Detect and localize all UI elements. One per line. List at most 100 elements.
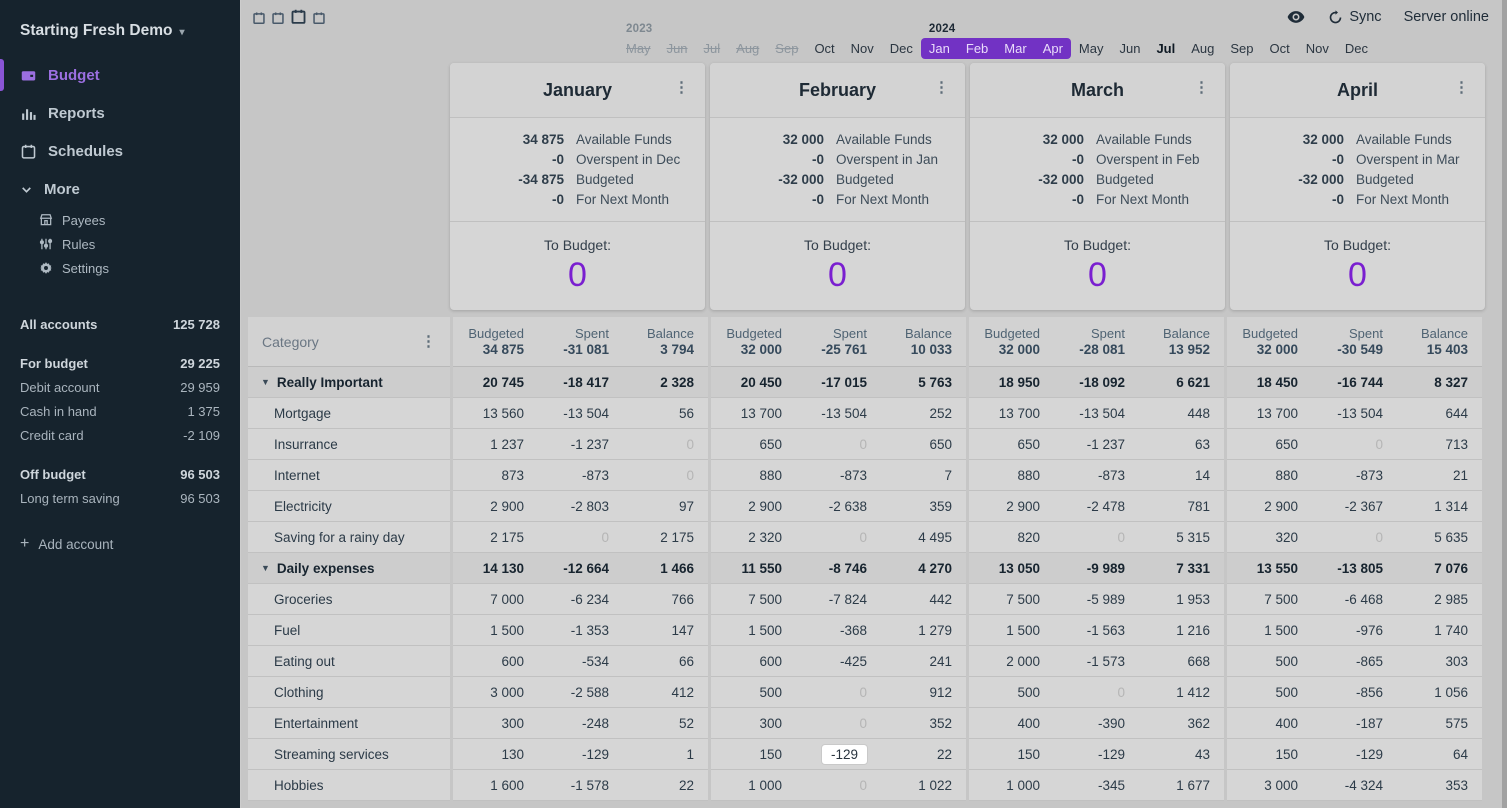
budgeted-cell[interactable]: 13 700: [711, 398, 796, 428]
collapse-triangle-icon[interactable]: ▼: [261, 563, 270, 573]
spent-cell[interactable]: -13 504: [538, 398, 623, 428]
spent-cell[interactable]: -873: [1312, 460, 1397, 490]
balance-cell[interactable]: 781: [1139, 491, 1224, 521]
balance-cell[interactable]: 22: [623, 770, 708, 800]
balance-cell[interactable]: 303: [1397, 646, 1482, 676]
balance-cell[interactable]: 14: [1139, 460, 1224, 490]
balance-cell[interactable]: 1 314: [1397, 491, 1482, 521]
budgeted-cell[interactable]: 130: [453, 739, 538, 769]
timeline-month-jun[interactable]: Jun: [1111, 38, 1148, 59]
budgeted-cell[interactable]: 150: [969, 739, 1054, 769]
sidebar-item-reports[interactable]: Reports: [0, 94, 240, 132]
budgeted-cell[interactable]: 1 500: [969, 615, 1054, 645]
spent-cell[interactable]: -856: [1312, 677, 1397, 707]
spent-cell[interactable]: -12 664: [538, 553, 623, 583]
budgeted-cell[interactable]: 7 500: [969, 584, 1054, 614]
timeline-month-oct[interactable]: Oct: [1262, 38, 1298, 59]
budgeted-cell[interactable]: 650: [1227, 429, 1312, 459]
balance-cell[interactable]: 1 953: [1139, 584, 1224, 614]
timeline-month-jul[interactable]: Jul: [696, 38, 729, 59]
month-count-button-1[interactable]: [252, 11, 266, 25]
budgeted-cell[interactable]: 20 745: [453, 367, 538, 397]
account-row-all-accounts[interactable]: All accounts125 728: [20, 312, 220, 336]
timeline-month-may2023[interactable]: May2023: [618, 38, 659, 59]
budgeted-cell[interactable]: 600: [711, 646, 796, 676]
budgeted-cell[interactable]: 400: [1227, 708, 1312, 738]
balance-cell[interactable]: 1 056: [1397, 677, 1482, 707]
budgeted-cell[interactable]: 880: [1227, 460, 1312, 490]
budget-file-menu[interactable]: Starting Fresh Demo ▾: [0, 0, 240, 56]
balance-cell[interactable]: 64: [1397, 739, 1482, 769]
balance-cell[interactable]: 644: [1397, 398, 1482, 428]
budgeted-cell[interactable]: 650: [711, 429, 796, 459]
to-budget-button[interactable]: To Budget:0: [970, 222, 1225, 310]
balance-cell[interactable]: 8 327: [1397, 367, 1482, 397]
spent-cell[interactable]: 0: [796, 522, 881, 552]
category-cell[interactable]: Clothing: [248, 677, 450, 708]
category-cell[interactable]: Fuel: [248, 615, 450, 646]
spent-cell[interactable]: -390: [1054, 708, 1139, 738]
month-menu-kebab-icon[interactable]: ⋮: [674, 83, 689, 93]
balance-cell[interactable]: 1 466: [623, 553, 708, 583]
category-cell[interactable]: Electricity: [248, 491, 450, 522]
category-cell[interactable]: Mortgage: [248, 398, 450, 429]
spent-cell[interactable]: -8 746: [796, 553, 881, 583]
add-account-button[interactable]: +Add account: [20, 535, 220, 553]
spent-cell[interactable]: -1 237: [538, 429, 623, 459]
month-count-button-3[interactable]: [290, 8, 307, 25]
budgeted-cell[interactable]: 320: [1227, 522, 1312, 552]
balance-cell[interactable]: 766: [623, 584, 708, 614]
category-cell[interactable]: Groceries: [248, 584, 450, 615]
budgeted-cell[interactable]: 2 900: [1227, 491, 1312, 521]
month-count-button-4[interactable]: [312, 11, 326, 25]
balance-cell[interactable]: 1 740: [1397, 615, 1482, 645]
spent-cell[interactable]: -368: [796, 615, 881, 645]
spent-cell[interactable]: -129: [1054, 739, 1139, 769]
budgeted-cell[interactable]: 650: [969, 429, 1054, 459]
spent-cell[interactable]: -2 638: [796, 491, 881, 521]
budgeted-cell[interactable]: 1 000: [969, 770, 1054, 800]
spent-cell[interactable]: -425: [796, 646, 881, 676]
balance-cell[interactable]: 5 315: [1139, 522, 1224, 552]
budgeted-cell[interactable]: 500: [711, 677, 796, 707]
sidebar-item-payees[interactable]: Payees: [0, 208, 240, 232]
month-count-button-2[interactable]: [271, 11, 285, 25]
spent-cell[interactable]: -2 367: [1312, 491, 1397, 521]
budgeted-cell[interactable]: 1 237: [453, 429, 538, 459]
spent-cell[interactable]: 0: [796, 429, 881, 459]
spent-cell[interactable]: 0: [796, 677, 881, 707]
balance-cell[interactable]: 412: [623, 677, 708, 707]
spent-cell[interactable]: -129: [1312, 739, 1397, 769]
budgeted-cell[interactable]: 2 175: [453, 522, 538, 552]
budgeted-cell[interactable]: 13 700: [1227, 398, 1312, 428]
spent-cell[interactable]: -16 744: [1312, 367, 1397, 397]
month-menu-kebab-icon[interactable]: ⋮: [1454, 83, 1469, 93]
timeline-month-jul[interactable]: Jul: [1148, 38, 1183, 59]
balance-cell[interactable]: 7: [881, 460, 966, 490]
timeline-month-nov[interactable]: Nov: [1298, 38, 1337, 59]
spent-cell[interactable]: 0: [796, 770, 881, 800]
spent-cell[interactable]: -4 324: [1312, 770, 1397, 800]
category-cell[interactable]: ▼Daily expenses: [248, 553, 450, 584]
collapse-triangle-icon[interactable]: ▼: [261, 377, 270, 387]
balance-cell[interactable]: 4 270: [881, 553, 966, 583]
balance-cell[interactable]: 1 677: [1139, 770, 1224, 800]
sidebar-item-more[interactable]: More: [0, 170, 240, 208]
balance-cell[interactable]: 7 331: [1139, 553, 1224, 583]
balance-cell[interactable]: 52: [623, 708, 708, 738]
account-row[interactable]: Long term saving96 503: [20, 486, 220, 510]
budgeted-cell[interactable]: 13 050: [969, 553, 1054, 583]
spent-cell[interactable]: -345: [1054, 770, 1139, 800]
balance-cell[interactable]: 252: [881, 398, 966, 428]
budgeted-cell[interactable]: 14 130: [453, 553, 538, 583]
spent-cell[interactable]: -18 417: [538, 367, 623, 397]
budgeted-cell[interactable]: 3 000: [453, 677, 538, 707]
timeline-month-dec[interactable]: Dec: [882, 38, 921, 59]
spent-cell[interactable]: -873: [796, 460, 881, 490]
spent-cell[interactable]: -13 504: [1312, 398, 1397, 428]
balance-cell[interactable]: 2 985: [1397, 584, 1482, 614]
spent-cell[interactable]: 0: [1312, 522, 1397, 552]
balance-cell[interactable]: 66: [623, 646, 708, 676]
spent-cell[interactable]: -17 015: [796, 367, 881, 397]
category-cell[interactable]: Eating out: [248, 646, 450, 677]
